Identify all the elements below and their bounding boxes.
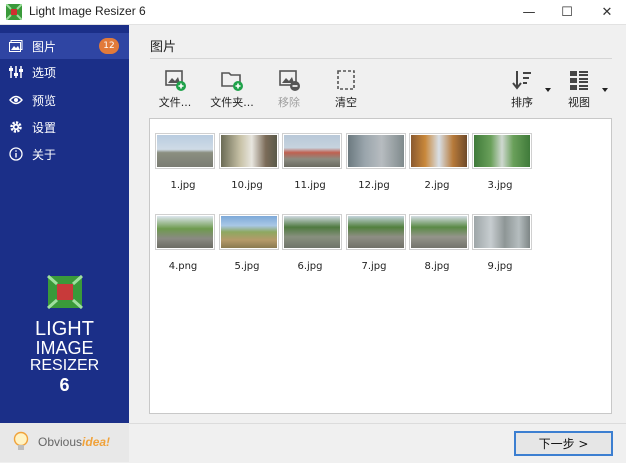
thumbnail-caption: 4.png	[168, 261, 198, 272]
sidebar-item-options[interactable]: 选项	[0, 59, 129, 85]
sort-button[interactable]: 排序	[492, 68, 552, 110]
sidebar-item-about[interactable]: 关于	[0, 141, 129, 167]
thumbnail[interactable]	[219, 133, 279, 169]
logo-line-3: RESIZER	[29, 357, 100, 374]
toolbar-label: 清空	[335, 96, 357, 109]
clear-button[interactable]: 清空	[316, 68, 376, 110]
brand-bar: Obviousidea!	[0, 423, 129, 462]
sidebar-item-label: 关于	[32, 147, 57, 162]
thumbnail[interactable]	[346, 133, 406, 169]
divider	[150, 58, 612, 59]
sidebar-item-label: 设置	[32, 120, 57, 135]
window-title: Light Image Resizer 6	[29, 4, 146, 18]
resizer-logo-icon	[47, 274, 83, 310]
maximize-button[interactable]: ☐	[548, 0, 586, 24]
thumbnail[interactable]	[346, 214, 406, 250]
gear-icon	[8, 119, 24, 135]
add-folder-icon	[221, 72, 243, 91]
thumbnail-caption: 8.jpg	[424, 261, 450, 272]
page-title: 图片	[150, 40, 177, 55]
pictures-count-badge: 12	[99, 38, 119, 54]
thumbnail-caption: 11.jpg	[294, 180, 326, 191]
brand-name: Obviousidea!	[38, 435, 111, 449]
toolbar-label: 视图	[568, 96, 590, 109]
view-button[interactable]: 视图	[549, 68, 609, 110]
info-icon	[8, 146, 24, 162]
image-list-panel[interactable]: 1.jpg 10.jpg 11.jpg 12.jpg 2.jpg 3.jpg 4…	[149, 118, 612, 414]
toolbar-label: 文件...	[158, 96, 192, 109]
eye-icon	[8, 92, 24, 108]
logo-line-4: 6	[59, 375, 70, 395]
maximize-icon: ☐	[561, 4, 573, 20]
app-logo-icon	[6, 4, 22, 20]
thumbnail-caption: 6.jpg	[297, 261, 323, 272]
sidebar-item-label: 图片	[32, 39, 57, 54]
thumbnail[interactable]	[409, 133, 469, 169]
sidebar-item-pictures[interactable]: 图片 12	[0, 33, 129, 59]
thumbnail[interactable]	[472, 133, 532, 169]
thumbnail[interactable]	[155, 133, 215, 169]
next-step-button[interactable]: 下一步 >	[514, 431, 613, 456]
view-icon	[570, 71, 588, 90]
thumbnail-caption: 10.jpg	[231, 180, 263, 191]
thumbnail-caption: 2.jpg	[424, 180, 450, 191]
clear-icon	[337, 70, 355, 90]
sidebar-item-settings[interactable]: 设置	[0, 114, 129, 140]
pictures-icon	[8, 38, 24, 54]
add-file-icon	[165, 70, 186, 91]
sidebar-item-preview[interactable]: 预览	[0, 87, 129, 113]
logo-line-2: IMAGE	[35, 338, 94, 358]
add-folder-button[interactable]: 文件夹...	[202, 68, 262, 110]
thumbnail[interactable]	[282, 214, 342, 250]
minimize-button[interactable]: —	[510, 0, 548, 24]
thumbnail[interactable]	[472, 214, 532, 250]
thumbnail[interactable]	[409, 214, 469, 250]
remove-button[interactable]: 移除	[259, 68, 319, 110]
thumbnail[interactable]	[282, 133, 342, 169]
thumbnail-caption: 1.jpg	[170, 180, 196, 191]
sidebar-item-label: 预览	[32, 93, 57, 108]
close-button[interactable]: ✕	[588, 0, 626, 24]
thumbnail-caption: 3.jpg	[487, 180, 513, 191]
thumbnail-caption: 9.jpg	[487, 261, 513, 272]
sort-icon	[512, 71, 531, 90]
toolbar-label: 排序	[511, 96, 533, 109]
remove-image-icon	[279, 70, 300, 91]
view-dropdown-icon[interactable]	[602, 88, 608, 92]
sidebar: 图片 12 选项 预览 设置 关于 LIGHT IMAGE RESIZER 6	[0, 25, 129, 462]
minimize-icon: —	[522, 4, 536, 20]
thumbnail-caption: 7.jpg	[361, 261, 387, 272]
thumbnail[interactable]	[155, 214, 215, 250]
toolbar-label: 移除	[278, 96, 300, 109]
thumbnail[interactable]	[219, 214, 279, 250]
lightbulb-icon	[13, 431, 29, 450]
logo-line-1: LIGHT	[35, 318, 94, 340]
sliders-icon	[8, 64, 24, 80]
close-icon: ✕	[601, 4, 613, 20]
add-files-button[interactable]: 文件...	[145, 68, 205, 110]
thumbnail-caption: 5.jpg	[234, 261, 260, 272]
title-bar: Light Image Resizer 6 — ☐ ✕	[0, 0, 626, 25]
sidebar-item-label: 选项	[32, 65, 57, 80]
thumbnail-caption: 12.jpg	[358, 180, 390, 191]
toolbar-label: 文件夹...	[210, 96, 254, 109]
